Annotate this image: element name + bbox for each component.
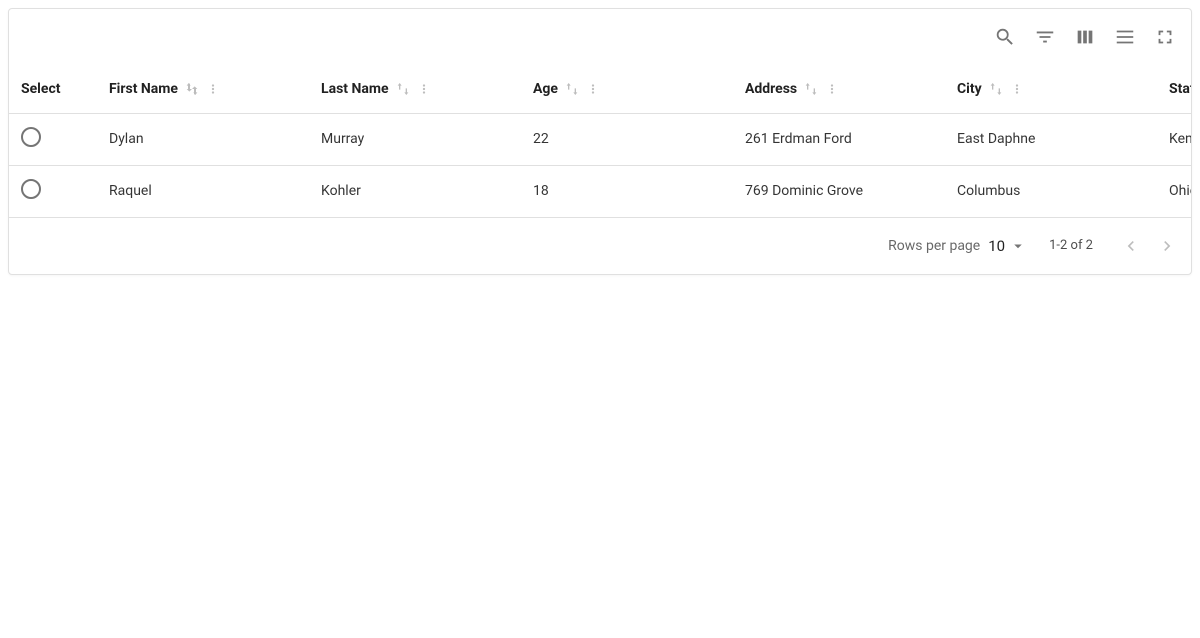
columns-icon[interactable] <box>1067 19 1103 55</box>
sort-icon[interactable] <box>803 81 819 97</box>
data-table: Select First Name <box>9 65 1191 218</box>
rows-per-page: Rows per page 10 <box>888 237 1027 255</box>
sort-icon[interactable] <box>988 81 1004 97</box>
column-menu-icon[interactable] <box>825 82 839 96</box>
cell-address: 261 Erdman Ford <box>733 113 945 165</box>
density-icon[interactable] <box>1107 19 1143 55</box>
column-menu-icon[interactable] <box>206 82 220 96</box>
header-city-label: City <box>957 81 982 97</box>
filter-icon[interactable] <box>1027 19 1063 55</box>
row-radio[interactable] <box>21 127 41 147</box>
cell-first-name: Dylan <box>97 113 309 165</box>
data-table-container: Select First Name <box>8 8 1192 275</box>
header-state-label: State <box>1169 81 1191 97</box>
next-page-button[interactable] <box>1151 230 1183 262</box>
cell-city: Columbus <box>945 165 1157 217</box>
cell-first-name: Raquel <box>97 165 309 217</box>
fullscreen-icon[interactable] <box>1147 19 1183 55</box>
rows-per-page-value: 10 <box>988 237 1005 255</box>
cell-age: 22 <box>521 113 733 165</box>
toolbar <box>9 9 1191 65</box>
cell-city: East Daphne <box>945 113 1157 165</box>
chevron-right-icon <box>1157 236 1177 256</box>
header-address[interactable]: Address <box>733 65 945 113</box>
header-select-label: Select <box>21 81 60 97</box>
chevron-left-icon <box>1121 236 1141 256</box>
cell-select <box>9 113 97 165</box>
header-first-name[interactable]: First Name <box>97 65 309 113</box>
rows-per-page-select[interactable]: 10 <box>988 237 1027 255</box>
chevron-down-icon <box>1009 237 1027 255</box>
cell-last-name: Murray <box>309 113 521 165</box>
rows-per-page-label: Rows per page <box>888 238 980 254</box>
header-last-name-label: Last Name <box>321 81 389 97</box>
cell-state: Ohio <box>1157 165 1191 217</box>
cell-age: 18 <box>521 165 733 217</box>
header-age-label: Age <box>533 81 558 97</box>
table-scroll[interactable]: Select First Name <box>9 65 1191 218</box>
column-menu-icon[interactable] <box>1010 82 1024 96</box>
column-menu-icon[interactable] <box>417 82 431 96</box>
sort-icon[interactable] <box>184 81 200 97</box>
pagination-range: 1-2 of 2 <box>1049 238 1093 253</box>
cell-select <box>9 165 97 217</box>
header-first-name-label: First Name <box>109 81 178 97</box>
cell-last-name: Kohler <box>309 165 521 217</box>
column-menu-icon[interactable] <box>586 82 600 96</box>
cell-state: Kentucky <box>1157 113 1191 165</box>
header-address-label: Address <box>745 81 797 97</box>
page-nav <box>1115 230 1183 262</box>
header-city[interactable]: City <box>945 65 1157 113</box>
header-row: Select First Name <box>9 65 1191 113</box>
sort-icon[interactable] <box>395 81 411 97</box>
prev-page-button[interactable] <box>1115 230 1147 262</box>
header-select: Select <box>9 65 97 113</box>
row-radio[interactable] <box>21 179 41 199</box>
header-state[interactable]: State <box>1157 65 1191 113</box>
table-row[interactable]: Dylan Murray 22 261 Erdman Ford East Dap… <box>9 113 1191 165</box>
pagination-footer: Rows per page 10 1-2 of 2 <box>9 218 1191 274</box>
search-icon[interactable] <box>987 19 1023 55</box>
table-row[interactable]: Raquel Kohler 18 769 Dominic Grove Colum… <box>9 165 1191 217</box>
sort-icon[interactable] <box>564 81 580 97</box>
cell-address: 769 Dominic Grove <box>733 165 945 217</box>
header-age[interactable]: Age <box>521 65 733 113</box>
header-last-name[interactable]: Last Name <box>309 65 521 113</box>
